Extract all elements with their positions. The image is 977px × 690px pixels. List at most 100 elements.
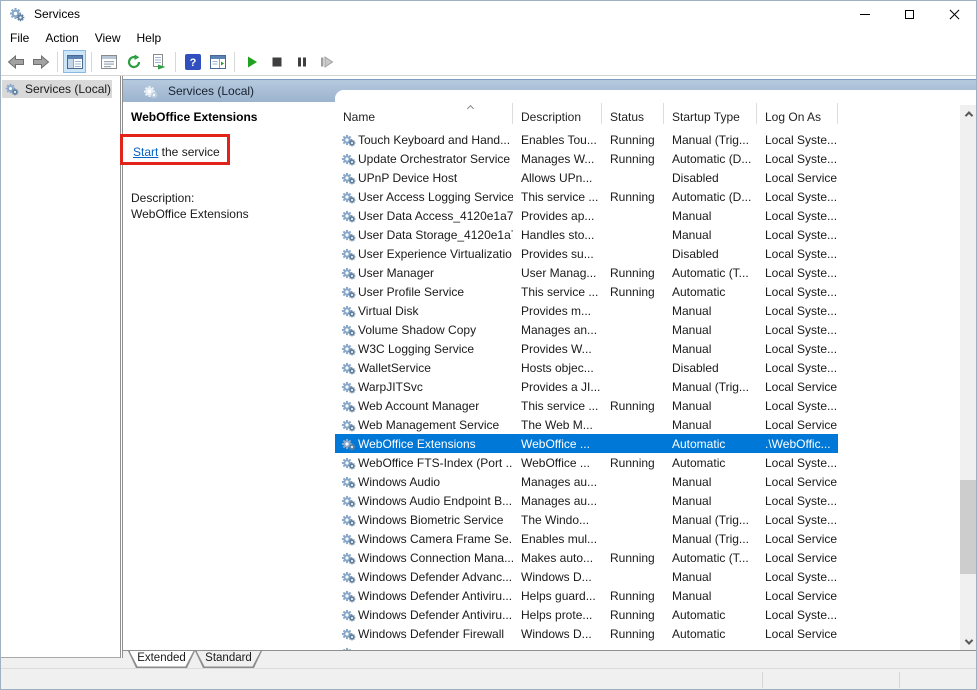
scroll-down-button[interactable] <box>960 633 977 650</box>
column-header-startup-type[interactable]: Startup Type <box>664 90 757 130</box>
table-row[interactable]: Windows Biometric Service The Windo... M… <box>335 510 838 529</box>
service-log-on-as: Local Service <box>765 418 837 432</box>
show-hide-console-tree-button[interactable] <box>63 50 86 73</box>
service-description: WebOffice ... <box>521 437 590 451</box>
help-button[interactable]: ? <box>181 50 204 73</box>
tab-extended[interactable]: Extended <box>128 651 195 668</box>
service-status: Running <box>610 190 655 204</box>
service-startup-type: Automatic (T... <box>672 551 749 565</box>
vertical-scrollbar[interactable] <box>960 105 977 650</box>
table-row[interactable]: Windows Defender Firewall Windows D... R… <box>335 624 838 643</box>
toolbar-separator <box>175 52 176 72</box>
service-status: Running <box>610 551 655 565</box>
service-log-on-as: Local Syste... <box>765 133 837 147</box>
service-gear-icon <box>341 456 356 470</box>
service-gear-icon <box>341 247 356 261</box>
service-name: Virtual Disk <box>358 304 418 318</box>
table-row[interactable]: W3C Logging Service Provides W... Manual… <box>335 339 838 358</box>
start-service-button[interactable] <box>240 50 263 73</box>
table-row[interactable]: Web Account Manager This service ... Run… <box>335 396 838 415</box>
service-log-on-as: Local Syste... <box>765 456 837 470</box>
console-tree-panel: Services (Local) <box>0 76 120 658</box>
table-row[interactable]: Windows Defender Antiviru... Helps prote… <box>335 605 838 624</box>
service-log-on-as: Local Syste... <box>765 494 837 508</box>
table-row[interactable]: WalletService Hosts objec... Disabled Lo… <box>335 358 838 377</box>
service-log-on-as: Local Service <box>765 627 837 641</box>
refresh-button[interactable] <box>122 50 145 73</box>
menu-file[interactable]: File <box>2 29 37 47</box>
table-row[interactable]: Volume Shadow Copy Manages an... Manual … <box>335 320 838 339</box>
table-row[interactable]: WebOffice Extensions WebOffice ... Autom… <box>335 434 838 453</box>
band-gear-icon <box>143 84 158 99</box>
table-row[interactable]: Windows Defender Antiviru... Helps guard… <box>335 586 838 605</box>
restart-service-button[interactable] <box>315 50 338 73</box>
service-gear-icon <box>341 171 356 185</box>
table-row[interactable]: User Manager User Manag... Running Autom… <box>335 263 838 282</box>
column-header-name[interactable]: Name <box>335 90 513 130</box>
table-row[interactable]: Web Management Service The Web M... Manu… <box>335 415 838 434</box>
scrollbar-thumb[interactable] <box>960 480 977 574</box>
minimize-button[interactable] <box>842 0 887 28</box>
table-row[interactable]: UPnP Device Host Allows UPn... Disabled … <box>335 168 838 187</box>
pause-service-button[interactable] <box>290 50 313 73</box>
column-header-log-on-as[interactable]: Log On As <box>757 90 838 130</box>
forward-button[interactable] <box>29 50 52 73</box>
tab-standard[interactable]: Standard <box>195 651 262 668</box>
scroll-up-button[interactable] <box>960 105 977 122</box>
table-row[interactable]: Windows Connection Mana... Makes auto...… <box>335 548 838 567</box>
service-name: User Access Logging Service <box>358 190 513 204</box>
service-name: WarpJITSvc <box>358 380 423 394</box>
service-startup-type: Manual <box>672 323 711 337</box>
service-gear-icon <box>341 228 356 242</box>
service-startup-type: Disabled <box>672 171 719 185</box>
service-log-on-as: Local Syste... <box>765 190 837 204</box>
service-description: Provides ap... <box>521 209 594 223</box>
service-description: Provides a JI... <box>521 380 600 394</box>
table-row[interactable]: Windows Audio Endpoint B... Manages au..… <box>335 491 838 510</box>
service-name: Web Management Service <box>358 418 499 432</box>
menu-view[interactable]: View <box>87 29 129 47</box>
show-hide-action-pane-button[interactable] <box>206 50 229 73</box>
properties-button[interactable] <box>97 50 120 73</box>
service-gear-icon <box>341 418 356 432</box>
menu-help[interactable]: Help <box>129 29 170 47</box>
table-row[interactable]: WarpJITSvc Provides a JI... Manual (Trig… <box>335 377 838 396</box>
table-row[interactable]: User Experience Virtualizatio... Provide… <box>335 244 838 263</box>
column-header-description[interactable]: Description <box>513 90 602 130</box>
table-row-partial[interactable] <box>335 643 838 650</box>
table-row[interactable]: Touch Keyboard and Hand... Enables Tou..… <box>335 130 838 149</box>
service-description: Enables mul... <box>521 532 597 546</box>
table-row[interactable]: User Data Access_4120e1a7 Provides ap...… <box>335 206 838 225</box>
service-description: Enables Tou... <box>521 133 597 147</box>
service-log-on-as: Local Syste... <box>765 361 837 375</box>
table-row[interactable]: Windows Defender Advanc... Windows D... … <box>335 567 838 586</box>
table-row[interactable]: User Profile Service This service ... Ru… <box>335 282 838 301</box>
service-log-on-as: .\WebOffic... <box>765 437 831 451</box>
maximize-button[interactable] <box>887 0 932 28</box>
back-button[interactable] <box>4 50 27 73</box>
table-row[interactable]: Virtual Disk Provides m... Manual Local … <box>335 301 838 320</box>
table-row[interactable]: Update Orchestrator Service Manages W...… <box>335 149 838 168</box>
table-row[interactable]: User Data Storage_4120e1a7 Handles sto..… <box>335 225 838 244</box>
menu-action[interactable]: Action <box>37 29 86 47</box>
service-name: Windows Audio <box>358 475 440 489</box>
service-log-on-as: Local Syste... <box>765 570 837 584</box>
table-row[interactable]: Windows Audio Manages au... Manual Local… <box>335 472 838 491</box>
service-log-on-as: Local Syste... <box>765 285 837 299</box>
stop-service-button[interactable] <box>265 50 288 73</box>
close-button[interactable] <box>932 0 977 28</box>
column-header-status[interactable]: Status <box>602 90 664 130</box>
title-bar: Services <box>0 0 977 28</box>
tree-item-label: Services (Local) <box>25 82 111 96</box>
table-row[interactable]: Windows Camera Frame Se... Enables mul..… <box>335 529 838 548</box>
service-log-on-as: Local Service <box>765 551 837 565</box>
tree-item-services-local[interactable]: Services (Local) <box>2 80 112 98</box>
table-row[interactable]: WebOffice FTS-Index (Port ... WebOffice … <box>335 453 838 472</box>
export-list-icon <box>151 54 167 70</box>
start-service-link[interactable]: Start <box>133 145 158 159</box>
service-description: Provides W... <box>521 342 592 356</box>
table-row[interactable]: User Access Logging Service This service… <box>335 187 838 206</box>
export-list-button[interactable] <box>147 50 170 73</box>
service-status: Running <box>610 608 655 622</box>
service-name: Windows Biometric Service <box>358 513 503 527</box>
